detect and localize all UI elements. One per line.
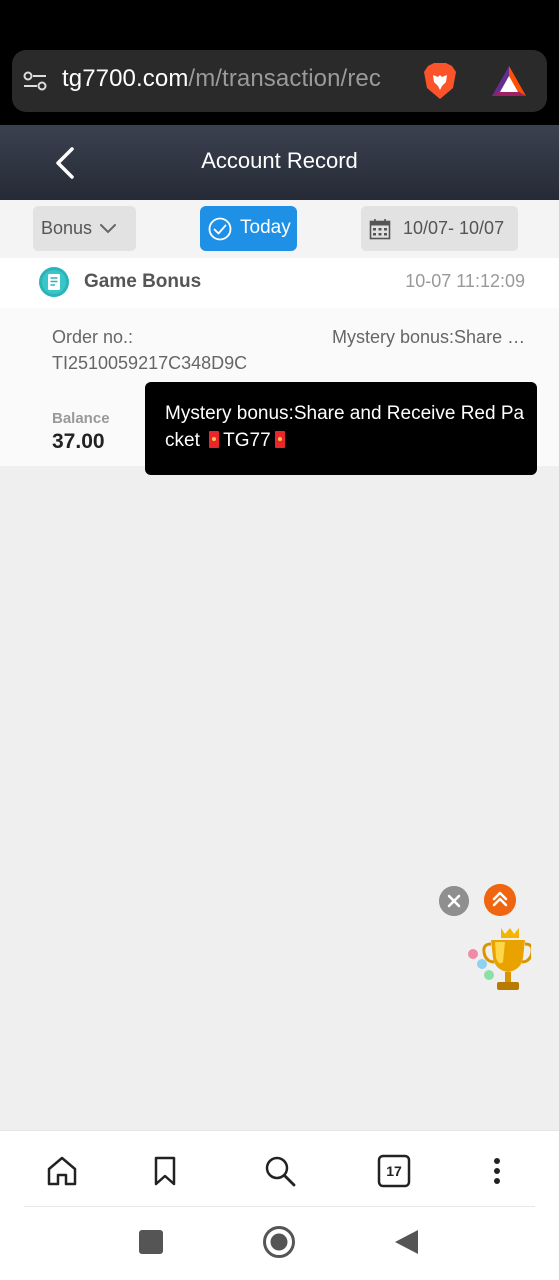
address-bar[interactable]: tg7700.com/m/transaction/rec bbox=[12, 50, 547, 112]
type-filter-dropdown[interactable]: Bonus bbox=[33, 206, 136, 251]
more-vertical-icon[interactable] bbox=[479, 1153, 515, 1189]
description-tooltip: Mystery bonus:Share and Receive Red Pack… bbox=[145, 382, 537, 475]
red-packet-icon bbox=[209, 431, 220, 448]
home-icon[interactable] bbox=[44, 1153, 80, 1189]
order-number: TI2510059217C348D9C bbox=[52, 353, 248, 373]
records-list: Game Bonus 10-07 11:12:09 Order no.: TI2… bbox=[0, 258, 559, 1130]
order-label: Order no.: bbox=[52, 327, 134, 347]
chevron-down-icon bbox=[100, 224, 116, 234]
balance-value: 37.00 bbox=[52, 430, 105, 453]
tab-count: 17 bbox=[386, 1163, 402, 1179]
bookmark-icon[interactable] bbox=[147, 1153, 183, 1189]
balance-label: Balance bbox=[52, 410, 110, 427]
browser-bottom-bar: 17 bbox=[0, 1130, 559, 1280]
today-filter-label: Today bbox=[240, 217, 291, 238]
bat-triangle-icon[interactable] bbox=[490, 64, 528, 98]
recents-icon[interactable] bbox=[136, 1227, 166, 1257]
record-title: Game Bonus bbox=[84, 271, 202, 292]
tune-icon[interactable] bbox=[22, 68, 48, 94]
scroll-top-button[interactable] bbox=[484, 884, 516, 916]
red-packet-icon bbox=[274, 431, 285, 448]
url-path: /m/transaction/rec bbox=[188, 65, 381, 92]
url-text[interactable]: tg7700.com/m/transaction/rec bbox=[62, 65, 381, 93]
tooltip-brand-text: TG77 bbox=[223, 430, 271, 451]
tabs-button[interactable]: 17 bbox=[376, 1153, 412, 1189]
record-description[interactable]: Mystery bonus:Share and Receive Red Pack… bbox=[332, 327, 528, 348]
record-header: Game Bonus 10-07 11:12:09 bbox=[0, 258, 559, 308]
calendar-icon bbox=[369, 219, 391, 240]
check-circle-icon bbox=[208, 217, 232, 241]
home-circle-icon[interactable] bbox=[262, 1225, 296, 1259]
filter-bar: Bonus Today 10/07- 10/07 bbox=[0, 200, 559, 258]
search-icon[interactable] bbox=[262, 1153, 298, 1189]
status-bar bbox=[0, 0, 559, 44]
trophy-icon[interactable] bbox=[465, 924, 531, 998]
brave-lion-icon[interactable] bbox=[422, 62, 458, 100]
tooltip-text: Mystery bonus:Share and Receive Red Pack… bbox=[165, 400, 525, 454]
bonus-receipt-icon bbox=[39, 267, 69, 297]
today-filter-button[interactable]: Today bbox=[200, 206, 297, 251]
date-range-label: 10/07- 10/07 bbox=[403, 218, 505, 238]
record-time: 10-07 11:12:09 bbox=[405, 271, 525, 291]
close-float-button[interactable] bbox=[439, 886, 469, 916]
back-triangle-icon[interactable] bbox=[392, 1227, 422, 1257]
url-host: tg7700.com bbox=[62, 65, 189, 92]
page-header: Account Record bbox=[0, 125, 559, 200]
nav-divider bbox=[24, 1206, 535, 1207]
date-range-picker[interactable]: 10/07- 10/07 bbox=[361, 206, 518, 251]
type-filter-label: Bonus bbox=[41, 218, 93, 238]
browser-toolbar: tg7700.com/m/transaction/rec bbox=[0, 44, 559, 125]
page-title: Account Record bbox=[201, 148, 358, 173]
